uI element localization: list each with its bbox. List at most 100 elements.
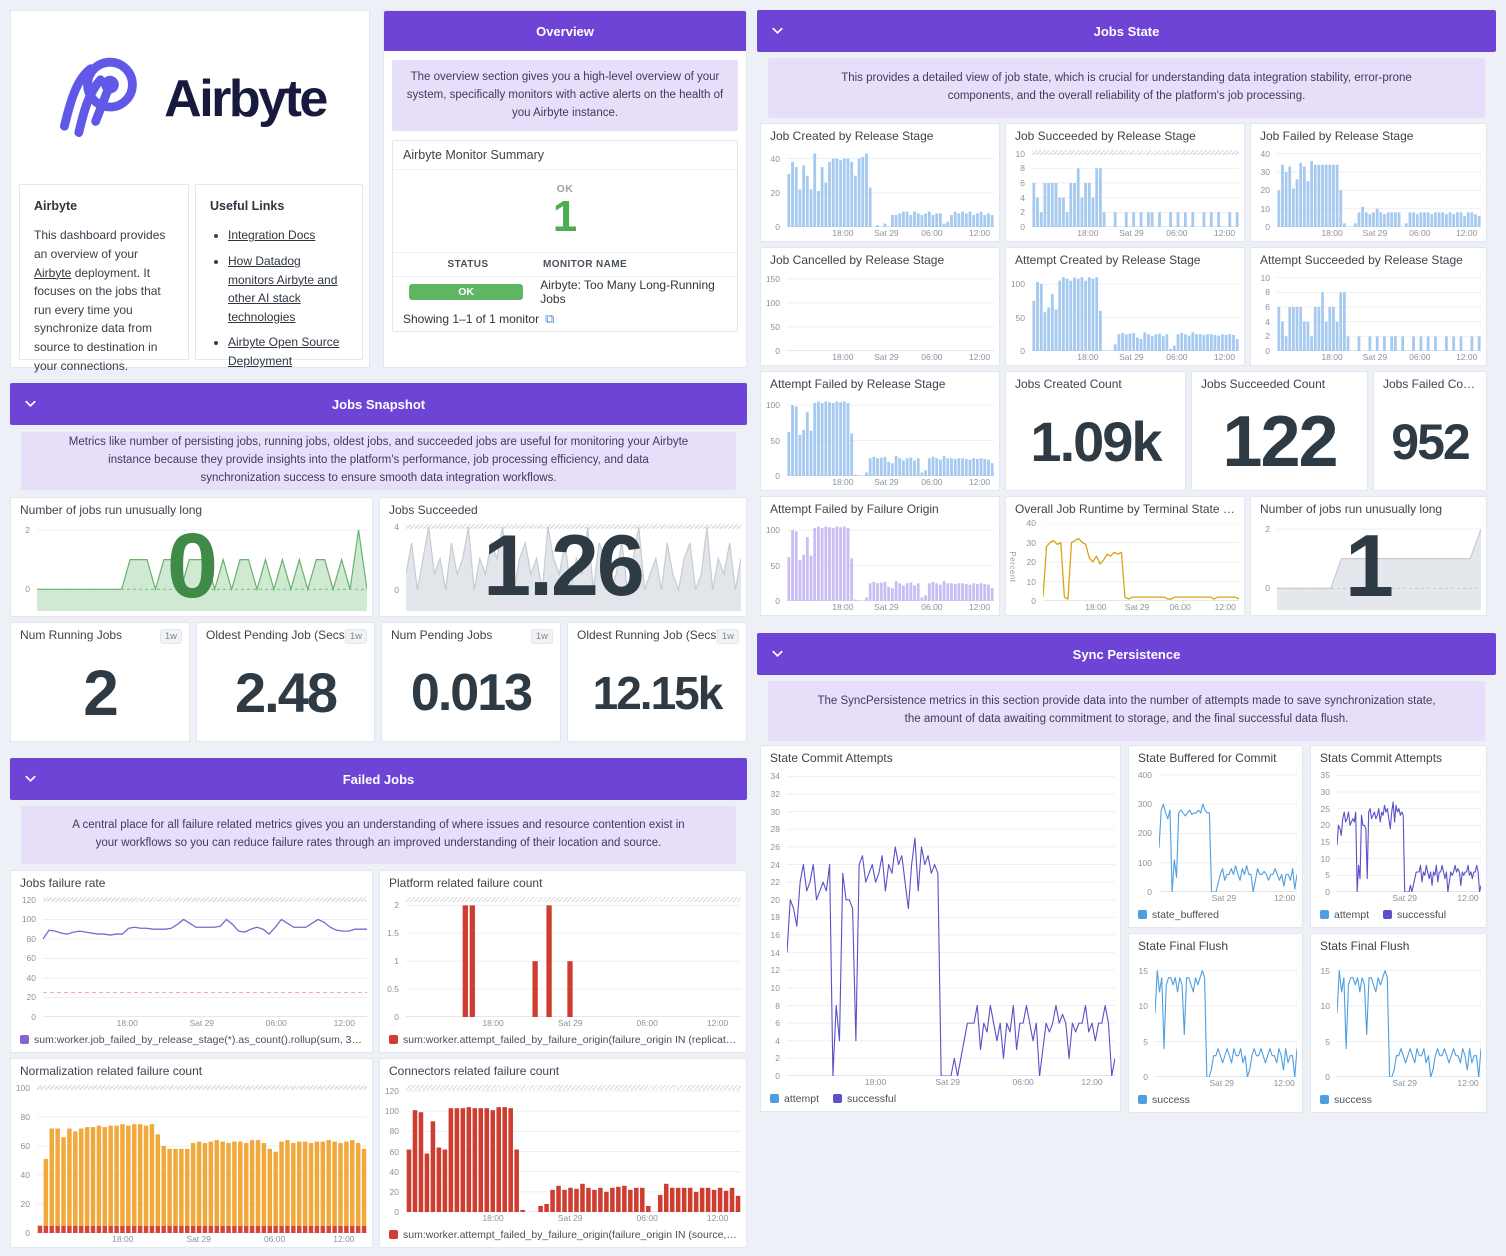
legend-swatch: [20, 1035, 29, 1044]
column-monitor-name: MONITOR NAME: [543, 259, 628, 271]
panel-oldest-running-job: Oldest Running Job (Secs) 1w 12.15k: [567, 622, 747, 742]
attempt-succeeded-chart[interactable]: 0 2 4 6 8 10 18:00 Sat 29 06:00 12:00: [1251, 269, 1486, 365]
chart-legend: sum:worker.attempt_failed_by_failure_ori…: [389, 1226, 737, 1243]
jobs-state-header: Jobs State: [757, 10, 1496, 52]
panel-jobs-failed-count: Jobs Failed Count 952: [1373, 371, 1487, 491]
chevron-down-icon[interactable]: [23, 396, 38, 414]
panel-job-failed: Job Failed by Release Stage 0 10 20 30 40 18:…: [1250, 123, 1487, 242]
obscured-data-hatch: [406, 897, 741, 902]
jobs-succeeded-chart[interactable]: 0 4 1.26: [380, 519, 746, 616]
oldest-running-job-value: 12.15k: [592, 666, 724, 719]
job-created-chart[interactable]: 0 20 40 18:00 Sat 29 06:00 12:00: [761, 145, 999, 241]
y-axis-ticks: 0 20 40: [770, 153, 780, 232]
x-axis-ticks: 18:00 Sat 29 06:00 12:00: [832, 352, 991, 362]
job-cancelled-chart[interactable]: 0 50 100 150 18:00 Sat 29 06:00 12:00: [761, 269, 999, 365]
monitor-footer: Showing 1–1 of 1 monitor ⧉: [403, 311, 555, 327]
legend-swatch: [389, 1230, 398, 1239]
failed-jobs-description: A central place for all failure related …: [21, 806, 736, 864]
panel-job-runtime: Overall Job Runtime by Terminal State (S…: [1005, 496, 1245, 616]
jobs-failed-count-value: 952: [1391, 413, 1470, 470]
normalization-failures-chart[interactable]: 0 20 40 60 80 100 18:00 Sat 29 06:00 12:00: [11, 1080, 372, 1247]
y-axis-ticks: 0 2 4 6 8 10: [1260, 272, 1270, 356]
panel-num-pending-jobs: Num Pending Jobs 1w 0.013: [381, 622, 561, 742]
stats-final-flush-chart[interactable]: 0 5 10 15 Sat 29 12:00: [1311, 955, 1486, 1091]
legend-item[interactable]: state_buffered: [1138, 909, 1219, 921]
external-link-icon[interactable]: ⧉: [545, 311, 554, 326]
chevron-down-icon[interactable]: [770, 646, 785, 664]
airbyte-link[interactable]: Airbyte: [34, 266, 71, 280]
status-badge[interactable]: OK: [409, 284, 524, 301]
panel-unusual-long-jobs: Number of jobs run unusually long 020: [10, 497, 373, 617]
about-title: Airbyte: [34, 199, 78, 213]
chevron-down-icon[interactable]: [770, 23, 785, 41]
integration-docs-link[interactable]: Integration Docs: [228, 228, 315, 242]
unusual-long-jobs-chart[interactable]: 020: [11, 519, 372, 616]
timeframe-badge[interactable]: 1w: [159, 629, 182, 644]
legend-item[interactable]: successful: [1383, 909, 1446, 921]
y-axis-ticks: 0 100 200 300 400: [1137, 769, 1152, 897]
attempt-failed-origin-chart[interactable]: 0 50 100 18:00 Sat 29 06:00 12:00: [761, 518, 999, 615]
datadog-monitors-link[interactable]: How Datadog monitors Airbyte and other A…: [228, 254, 337, 324]
jobs-failure-rate-chart[interactable]: 0 20 40 60 80 100 120 18:00 Sat 29 06:00 12:00: [11, 892, 372, 1031]
chart-legend: attempt successful: [770, 1090, 1111, 1107]
unusual-long-state-chart[interactable]: 021: [1251, 518, 1486, 615]
y-axis-ticks: 04: [394, 521, 399, 595]
legend-swatch: [1320, 1095, 1329, 1104]
legend-item[interactable]: attempt: [1320, 909, 1369, 921]
legend-item[interactable]: sum:worker.attempt_failed_by_failure_ori…: [389, 1229, 737, 1241]
x-axis-ticks: 18:00 Sat 29 06:00 12:00: [832, 602, 991, 612]
timeframe-badge[interactable]: 1w: [716, 629, 739, 644]
legend-item[interactable]: sum:worker.job_failed_by_release_stage(*…: [20, 1034, 363, 1046]
x-axis-ticks: 18:00 Sat 29 06:00 12:00: [482, 1018, 729, 1028]
timeframe-badge[interactable]: 1w: [344, 629, 367, 644]
overview-section: Overview The overview section gives you …: [383, 10, 747, 368]
overview-header: Overview: [384, 11, 746, 51]
panel-oldest-pending-job: Oldest Pending Job (Secs) 1w 2.48: [196, 622, 375, 742]
open-source-deployment-link[interactable]: Airbyte Open Source Deployment: [228, 335, 339, 368]
panel-title: Number of jobs run unusually long: [1260, 502, 1443, 516]
x-axis-ticks: 18:00 Sat 29 06:00 12:00: [1077, 228, 1236, 238]
job-failed-chart[interactable]: 0 10 20 30 40 18:00 Sat 29 06:00 12:00: [1251, 145, 1486, 241]
job-succeeded-chart[interactable]: 0 2 4 6 8 10 18:00 Sat 29 06:00 12:00: [1006, 145, 1244, 241]
attempt-created-chart[interactable]: 0 50 100 18:00 Sat 29 06:00 12:00: [1006, 269, 1244, 365]
attempt-failed-stage-chart[interactable]: 0 50 100 18:00 Sat 29 06:00 12:00: [761, 393, 999, 490]
airbyte-octopus-icon: [60, 57, 137, 138]
panel-attempt-created: Attempt Created by Release Stage 0 50 100 1…: [1005, 247, 1245, 366]
legend-item[interactable]: successful: [833, 1093, 896, 1105]
x-axis-ticks: Sat 29 12:00: [1209, 1078, 1295, 1088]
monitor-ok-count: 1: [552, 192, 578, 242]
panel-title: Jobs Succeeded: [389, 503, 478, 517]
y-axis-ticks: 0 50 100 150: [765, 273, 780, 356]
monitor-name[interactable]: Airbyte: Too Many Long-Running Jobs: [540, 278, 737, 306]
panel-job-cancelled: Job Cancelled by Release Stage 0 50 100 150…: [760, 247, 1000, 366]
platform-failures-chart[interactable]: 0 0.5 1 1.5 2 18:00 Sat 29 06:00 12:00: [380, 892, 746, 1031]
oldest-pending-job-value: 2.48: [235, 660, 338, 724]
panel-jobs-succeeded: Jobs Succeeded 0 4 1.26: [379, 497, 747, 617]
y-axis-ticks: 02: [25, 524, 30, 595]
panel-unusual-long-state: Number of jobs run unusually long 021: [1250, 496, 1487, 616]
panel-jobs-created-count: Jobs Created Count 1.09k: [1005, 371, 1186, 491]
job-runtime-chart[interactable]: 0 10 20 30 40 Percent 18:00 Sat 29 06:00 12:00: [1006, 518, 1244, 615]
panel-title: State Buffered for Commit: [1138, 751, 1277, 765]
chart-legend: sum:worker.job_failed_by_release_stage(*…: [20, 1031, 363, 1048]
panel-num-running-jobs: Num Running Jobs 1w 2: [10, 622, 190, 742]
panel-connectors-failures: Connectors related failure count 0 20 40 60…: [379, 1058, 747, 1248]
panel-jobs-failure-rate: Jobs failure rate 0 20 40 60 80 100 120 18:00 Sa…: [10, 870, 373, 1053]
state-buffered-chart[interactable]: 0 100 200 300 400 Sat 29 12:00: [1129, 767, 1302, 906]
state-commit-attempts-chart[interactable]: 0 2 4 6 8 10 12 14 16 18 20 22 24 26 28 30 32 34 18:00 Sat …: [761, 767, 1120, 1090]
state-final-flush-chart[interactable]: 0 5 10 15 Sat 29 12:00: [1129, 955, 1302, 1091]
timeframe-badge[interactable]: 1w: [530, 629, 553, 644]
legend-item[interactable]: success: [1138, 1094, 1190, 1106]
legend-item[interactable]: success: [1320, 1094, 1372, 1106]
overview-description: The overview section gives you a high-le…: [392, 60, 738, 132]
legend-item[interactable]: attempt: [770, 1093, 819, 1105]
chevron-down-icon[interactable]: [23, 771, 38, 789]
legend-swatch: [1320, 910, 1329, 919]
obscured-data-hatch: [43, 897, 367, 902]
chart-legend: attempt successful: [1320, 906, 1477, 923]
connectors-failures-chart[interactable]: 0 20 40 60 80 100 120 18:00 Sat 29 06:00 12:00: [380, 1080, 746, 1226]
stats-commit-attempts-chart[interactable]: 0 5 10 15 20 25 30 35 Sat 29 12:00: [1311, 767, 1486, 906]
legend-item[interactable]: sum:worker.attempt_failed_by_failure_ori…: [389, 1034, 737, 1046]
section-title: Jobs Snapshot: [331, 396, 426, 412]
airbyte-wordmark: Airbyte: [164, 70, 328, 128]
